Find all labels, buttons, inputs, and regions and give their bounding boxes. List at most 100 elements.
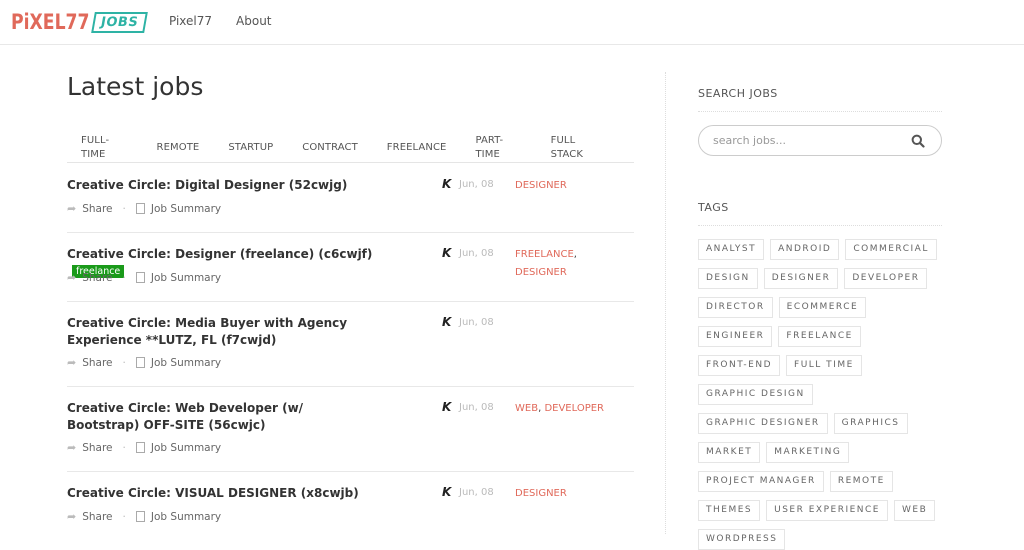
tag-engineer[interactable]: ENGINEER [698,326,773,347]
filter-contract[interactable]: CONTRACT [302,141,358,155]
job-date: Jun, 08 [459,316,494,328]
tag-freelance[interactable]: FREELANCE [778,326,861,347]
tag-remote[interactable]: REMOTE [829,471,893,492]
company-k-icon: K [442,315,452,329]
separator-dot: · [122,441,126,454]
page-title: Latest jobs [67,72,204,101]
share-icon: ➦ [67,510,77,523]
tag-developer[interactable]: DEVELOPER [844,268,928,289]
tag-android[interactable]: ANDROID [770,239,840,260]
widget-divider [698,225,942,226]
filter-full-time[interactable]: FULL-TIME [81,134,128,162]
separator-dot: · [122,356,126,369]
job-tags: WEB, DEVELOPER [515,400,635,418]
tag-analyst[interactable]: ANALYST [698,239,765,260]
document-icon [135,272,145,283]
main-nav: Pixel77 About [169,14,272,28]
job-tag-link[interactable]: WEB [515,403,538,414]
job-title-link[interactable]: Creative Circle: Media Buyer with Agency… [67,315,397,349]
share-icon: ➦ [67,356,77,369]
tag-front-end[interactable]: FRONT-END [698,355,781,376]
share-link[interactable]: Share [82,511,112,523]
share-link[interactable]: Share [82,357,112,369]
tag-marketing[interactable]: MARKETING [766,442,850,463]
job-item: Creative Circle: Designer (freelance) (c… [67,233,634,302]
job-tag-link[interactable]: DESIGNER [515,267,567,278]
job-type-filters: FULL-TIME REMOTE STARTUP CONTRACT FREELA… [67,134,634,163]
tag-project-manager[interactable]: PROJECT MANAGER [698,471,824,492]
tag-wordpress[interactable]: WORDPRESS [698,529,786,550]
main-content: Latest jobs FULL-TIME REMOTE STARTUP CON… [67,72,634,523]
job-tag-link[interactable]: FREELANCE [515,249,574,260]
share-link[interactable]: Share [82,442,112,454]
company-k-icon: K [442,177,452,191]
job-actions: ➦ Share · Job Summary [67,510,221,523]
tag-director[interactable]: DIRECTOR [698,297,773,318]
document-icon [135,357,145,368]
job-actions: ➦ Share · Job Summary [67,271,221,284]
job-tags: DESIGNER [515,177,635,195]
tag-web[interactable]: WEB [894,500,936,521]
site-logo[interactable]: PiXEL77 JOBS [11,9,148,35]
job-tag-link[interactable]: DESIGNER [515,488,567,499]
tag-cloud: ANALYST ANDROID COMMERCIAL DESIGN DESIGN… [698,239,942,550]
search-widget-title: SEARCH JOBS [698,87,778,100]
tag-full-time[interactable]: FULL TIME [786,355,862,376]
job-summary-link[interactable]: Job Summary [151,203,221,215]
job-date: Jun, 08 [459,401,494,413]
job-title-link[interactable]: Creative Circle: VISUAL DESIGNER (x8cwjb… [67,485,397,502]
job-title-text: Creative Circle: Designer (freelance) (c… [67,247,373,261]
separator-dot: · [122,271,126,284]
job-item: Creative Circle: Web Developer (w/ Boots… [67,387,634,472]
document-icon [135,511,145,522]
share-link[interactable]: Share [82,272,112,284]
filter-part-time[interactable]: PART-TIME [475,134,521,162]
filter-remote[interactable]: REMOTE [157,141,200,155]
filter-startup[interactable]: STARTUP [228,141,273,155]
search-input[interactable] [713,134,893,147]
tag-graphic-designer[interactable]: GRAPHIC DESIGNER [698,413,828,434]
tag-market[interactable]: MARKET [698,442,761,463]
search-icon[interactable] [911,134,925,148]
search-widget: SEARCH JOBS [698,87,942,112]
widget-divider [698,111,942,112]
document-icon [135,442,145,453]
job-list: Creative Circle: Digital Designer (52cwj… [67,164,634,541]
job-meta: K Jun, 08 [442,485,494,499]
tags-widget-title: TAGS [698,201,729,214]
share-icon: ➦ [67,202,77,215]
job-actions: ➦ Share · Job Summary [67,356,221,369]
job-title-text: Creative Circle: VISUAL DESIGNER (x8cwjb… [67,486,359,500]
job-title-text: Creative Circle: Media Buyer with Agency… [67,316,348,347]
job-summary-link[interactable]: Job Summary [151,442,221,454]
tag-ecommerce[interactable]: ECOMMERCE [778,297,867,318]
nav-link-pixel77[interactable]: Pixel77 [169,14,212,28]
job-summary-link[interactable]: Job Summary [151,511,221,523]
tag-design[interactable]: DESIGN [698,268,758,289]
share-link[interactable]: Share [82,203,112,215]
filter-freelance[interactable]: FREELANCE [387,141,447,155]
job-tag-link[interactable]: DEVELOPER [544,403,604,414]
job-title-link[interactable]: Creative Circle: Web Developer (w/ Boots… [67,400,377,434]
tag-themes[interactable]: THEMES [698,500,761,521]
filter-full-stack[interactable]: FULL STACK [551,134,605,162]
tag-graphic-design[interactable]: GRAPHIC DESIGN [698,384,813,405]
nav-link-about[interactable]: About [236,14,271,28]
job-tags: DESIGNER [515,485,635,503]
job-title-link[interactable]: Creative Circle: Digital Designer (52cwj… [67,177,397,194]
tag-graphics[interactable]: GRAPHICS [833,413,908,434]
job-meta: K Jun, 08 [442,246,494,260]
tag-user-experience[interactable]: USER EXPERIENCE [766,500,888,521]
logo-jobs-badge: JOBS [91,11,148,33]
job-date: Jun, 08 [459,247,494,259]
job-summary-link[interactable]: Job Summary [151,357,221,369]
job-tag-link[interactable]: DESIGNER [515,180,567,191]
tag-commercial[interactable]: COMMERCIAL [845,239,937,260]
company-k-icon: K [442,246,452,260]
tags-widget: TAGS ANALYST ANDROID COMMERCIAL DESIGN D… [698,201,942,550]
job-date: Jun, 08 [459,486,494,498]
job-summary-link[interactable]: Job Summary [151,272,221,284]
job-item: Creative Circle: VISUAL DESIGNER (x8cwjb… [67,472,634,541]
job-meta: K Jun, 08 [442,315,494,329]
tag-designer[interactable]: DESIGNER [763,268,839,289]
